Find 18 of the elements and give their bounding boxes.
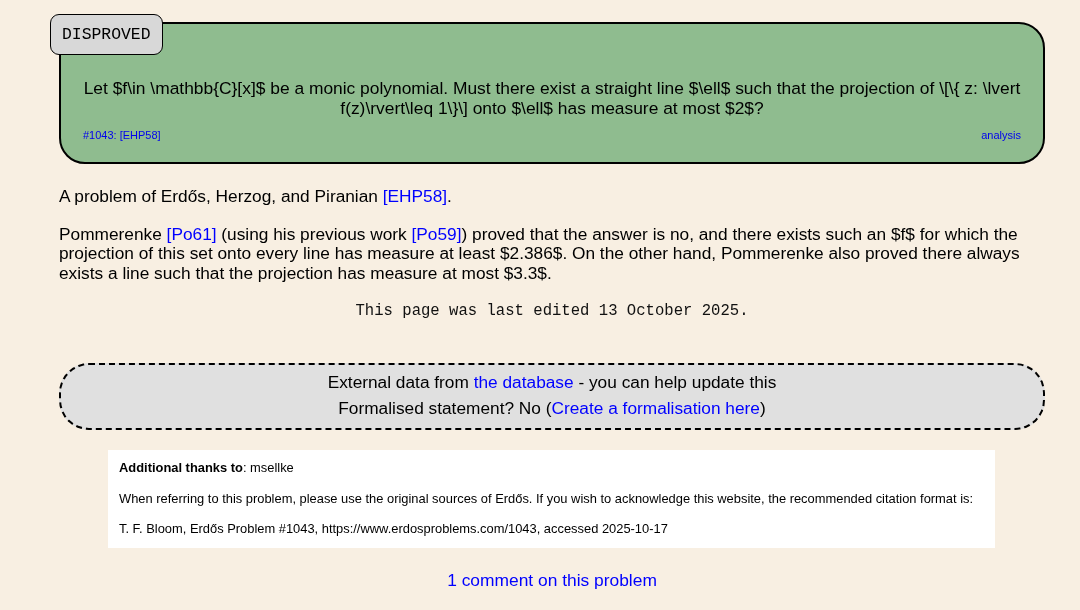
topic-link[interactable]: analysis — [981, 129, 1021, 142]
text-link[interactable]: the database — [473, 372, 574, 392]
citation-text: T. F. Bloom, Erdős Problem #1043, https://www.erdosproblems.com/1043, accessed 2025-10-17 — [119, 521, 669, 537]
reference-link[interactable]: [Po61] — [166, 223, 217, 244]
paragraph: A problem of Erdős, Herzog, and Piranian [EHP58]. — [59, 187, 453, 207]
citation-text: When referring to this problem, please use the original sources of Erdős. If you wish to acknowledge this website, the recommended citation format is: — [119, 490, 975, 507]
problem-reference-link[interactable]: #1043: [EHP58] — [83, 129, 161, 142]
paragraph: Pommerenke [Po61] (using his previous work [Po59]) proved that the answer is no, and there exists such an $f$ for which the projection of this set onto every line has measure at least $2.386$. On the other hand, Pommerenke also proved there always exists a line such that the projection has measure at most $3.3$. — [59, 224, 1021, 283]
reference-link[interactable]: [EHP58] — [382, 186, 448, 206]
info-line: External data from the database - you can help update this — [327, 372, 777, 392]
info-line: Formalised statement? No (Create a formalisation here) — [338, 398, 766, 418]
citation-text: Additional thanks to: msellke — [119, 460, 295, 476]
comments-link[interactable]: 1 comment on this problem — [447, 570, 657, 590]
status-tag: DISPROVED — [50, 14, 163, 55]
text-link[interactable]: Create a formalisation here — [551, 398, 760, 418]
last-edited-note: This page was last edited 13 October 2025. — [354, 302, 750, 320]
problem-statement: Let $f\in \mathbb{C}[x]$ be a monic polynomial. Must there exist a straight line $\ell$ such that the projection of \[\{ z: \lvert f(z)\rvert\leq 1\}\] onto $\ell$ has measure at most $2$? — [82, 78, 1022, 118]
reference-link[interactable]: [Po59] — [411, 223, 462, 244]
